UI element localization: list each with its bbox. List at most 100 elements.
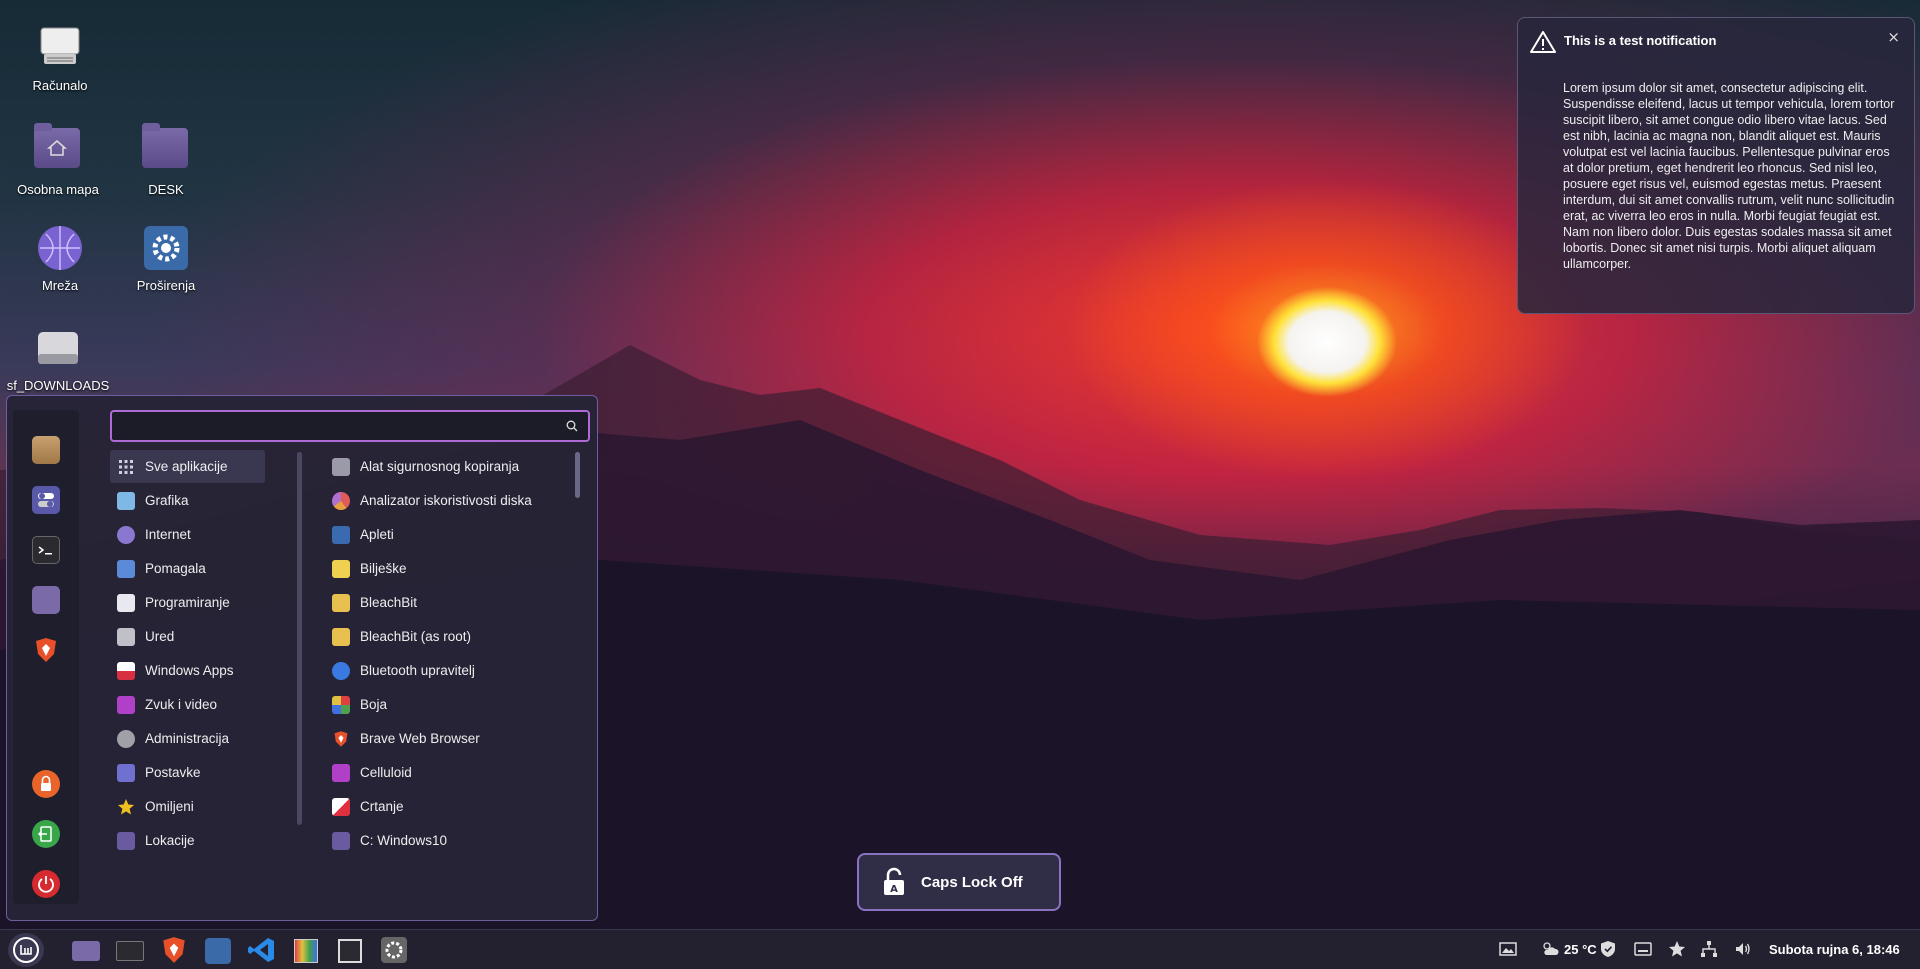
category-administration[interactable]: Administracija [110,722,265,755]
close-icon[interactable]: × [1887,28,1900,46]
category-label: Programiranje [145,595,230,610]
star-icon[interactable] [1668,940,1686,958]
image-viewer-icon[interactable] [1499,940,1517,958]
brave-icon [332,730,350,748]
category-graphics[interactable]: Grafika [110,484,265,517]
category-sound-video[interactable]: Zvuk i video [110,688,265,721]
category-office[interactable]: Ured [110,620,265,653]
category-label: Pomagala [145,561,206,576]
drive-icon [34,324,82,372]
applets-icon [332,525,350,544]
app-applets[interactable]: Apleti [325,518,575,551]
app-celluloid[interactable]: Celluloid [325,756,575,789]
backup-icon [332,457,350,476]
grid-icon [117,458,135,476]
notification-popup[interactable]: This is a test notification × Lorem ipsu… [1517,17,1915,314]
lock-screen-icon[interactable] [32,770,60,798]
category-all-apps[interactable]: Sve aplikacije [110,450,265,483]
logout-icon[interactable] [32,820,60,848]
app-label: BleachBit [360,595,418,610]
apps-scrollbar[interactable] [575,452,580,498]
category-label: Postavke [145,765,201,780]
desktop-icon-label: Računalo [32,78,88,93]
network-icon [36,224,84,272]
programming-icon [117,593,135,612]
color-icon [332,695,350,714]
app-drawing[interactable]: Crtanje [325,790,575,823]
desktop-icon-extensions[interactable]: Proširenja [114,224,218,293]
bleachbit-icon [332,627,350,646]
celluloid-icon [332,763,350,782]
lock-open-icon: A [884,867,904,895]
app-windows10-drive[interactable]: C: Windows10 [325,824,575,857]
category-programming[interactable]: Programiranje [110,586,265,619]
app-bluetooth-manager[interactable]: Bluetooth upravitelj [325,654,575,687]
app-disk-usage-analyzer[interactable]: Analizator iskoristivosti diska [325,484,575,517]
app-label: Crtanje [360,799,404,814]
windows-apps-icon [117,661,135,680]
app-bleachbit-root[interactable]: BleachBit (as root) [325,620,575,653]
category-label: Ured [145,629,175,644]
computer-icon [36,24,84,72]
category-favorites[interactable]: Omiljeni [110,790,265,823]
app-bleachbit[interactable]: BleachBit [325,586,575,619]
category-internet[interactable]: Internet [110,518,265,551]
category-label: Administracija [145,731,230,746]
category-accessories[interactable]: Pomagala [110,552,265,585]
keyboard-icon[interactable] [1634,940,1652,958]
screenshot-icon[interactable] [334,935,366,965]
category-windows-apps[interactable]: Windows Apps [110,654,265,687]
desktop-icon-label: sf_DOWNLOADS [6,378,110,393]
desktop-icon-network[interactable]: Mreža [8,224,112,293]
brave-icon[interactable] [158,935,190,965]
app-backup-tool[interactable]: Alat sigurnosnog kopiranja [325,450,575,483]
folder-icon [332,831,350,850]
desktop-icon-label: Osobna mapa [17,182,99,197]
app-label: Bluetooth upravitelj [360,663,475,678]
home-folder-icon [34,123,82,176]
terminal-icon[interactable] [32,536,60,564]
package-icon[interactable] [32,436,60,464]
file-manager-icon[interactable] [32,586,60,614]
power-icon[interactable] [32,870,60,898]
vscode-icon[interactable] [246,935,278,965]
sound-video-icon [117,695,135,714]
bluetooth-icon [332,661,350,680]
desktop-icon-desk[interactable]: DESK [114,123,218,197]
brave-icon[interactable] [32,636,60,664]
graphics-icon [117,491,135,510]
category-settings[interactable]: Postavke [110,756,265,789]
settings-toggle-icon [117,763,135,782]
desktop-icon-downloads[interactable]: sf_DOWNLOADS [6,324,110,393]
toggle-settings-icon[interactable] [32,486,60,514]
category-label: Internet [145,527,191,542]
search-box[interactable] [110,410,590,442]
warning-icon [1530,31,1556,53]
settings-icon[interactable] [202,935,234,965]
terminal-icon[interactable] [114,935,146,965]
network-icon[interactable] [1700,940,1718,958]
category-label: Grafika [145,493,189,508]
app-label: BleachBit (as root) [360,629,472,644]
color-app-icon[interactable] [290,935,322,965]
file-manager-icon[interactable] [70,935,102,965]
category-scrollbar[interactable] [297,452,302,825]
desktop-icon-computer[interactable]: Računalo [8,24,112,93]
app-label: Alat sigurnosnog kopiranja [360,459,520,474]
category-places[interactable]: Lokacije [110,824,265,857]
app-label: Celluloid [360,765,412,780]
shield-icon[interactable] [1599,940,1617,958]
app-notes[interactable]: Bilješke [325,552,575,585]
search-input[interactable] [120,416,550,436]
app-brave-browser[interactable]: Brave Web Browser [325,722,575,755]
app-color[interactable]: Boja [325,688,575,721]
menu-icon[interactable] [8,933,44,967]
search-icon [566,420,578,432]
volume-icon[interactable] [1734,940,1752,958]
weather-icon[interactable] [1540,940,1559,958]
system-settings-icon[interactable] [378,935,410,965]
bottom-panel: 25 °C Subota rujna 6, 18:46 [0,929,1920,969]
app-label: Bilješke [360,561,407,576]
clock[interactable]: Subota rujna 6, 18:46 [1769,942,1900,957]
desktop-icon-home[interactable]: Osobna mapa [6,123,110,197]
